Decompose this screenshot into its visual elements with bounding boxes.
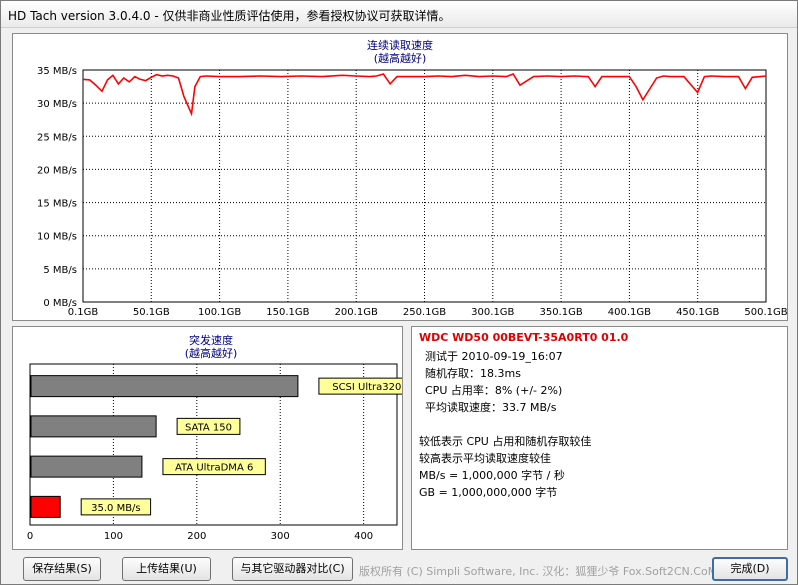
read-x-tick-label: 500.1GB [744, 307, 787, 318]
avg-read-speed: 平均读取速度：33.7 MB/s [425, 401, 557, 414]
burst-x-tick-label: 400 [354, 531, 373, 542]
read-x-tick-label: 200.1GB [335, 307, 378, 318]
done-button[interactable]: 完成(D) [712, 557, 788, 581]
read-x-tick-label: 150.1GB [266, 307, 309, 318]
burst-bar-label: SATA 150 [185, 422, 232, 433]
read-y-tick-label: 25 MB/s [37, 132, 77, 143]
burst-bar [30, 495, 61, 518]
burst-chart-subtitle: (越高越好) [185, 346, 238, 360]
app-window: HD Tach version 3.0.4.0 - 仅供非商业性质评估使用，参看… [0, 0, 798, 585]
read-chart-x-ticks: 0.1GB 50.1GB 100.1GB 150.1GB 200.1GB 250.1GB 3… [68, 307, 787, 318]
read-plot-frame [82, 69, 767, 303]
read-chart-y-ticks: 35 MB/s 30 MB/s 25 MB/s 20 MB/s 15 MB/s 10 MB… [37, 66, 77, 309]
read-y-tick-label: 30 MB/s [37, 99, 77, 110]
read-speed-chart: 连续读取速度 (越高越好) 35 MB/s 30 MB/s 25 MB/s 20 MB… [37, 38, 787, 318]
burst-chart-panel: 突发速度 (越高越好) SCSI Ultra320 SATA 150 ATA Ult… [12, 326, 403, 550]
read-chart-subtitle: (越高越好) [374, 51, 427, 65]
save-results-button[interactable]: 保存结果(S) [23, 557, 101, 581]
read-chart-grid [82, 69, 767, 303]
window-title: HD Tach version 3.0.4.0 - 仅供非商业性质评估使用，参看… [8, 9, 451, 23]
read-y-tick-label: 5 MB/s [43, 265, 77, 276]
copyright-text: 版权所有 (C) Simpli Software, Inc. 汉化：狐狸少爷 F… [359, 565, 718, 578]
upload-results-button[interactable]: 上传结果(U) [122, 557, 211, 581]
unit-gb-definition: GB = 1,000,000,000 字节 [419, 486, 558, 499]
burst-x-tick-label: 200 [187, 531, 206, 542]
random-access: 随机存取：18.3ms [425, 367, 521, 380]
burst-chart-bars: SCSI Ultra320 SATA 150 ATA UltraDMA 6 35.0 … [30, 375, 402, 518]
burst-x-tick-label: 300 [271, 531, 290, 542]
read-y-tick-label: 35 MB/s [37, 66, 77, 77]
burst-chart-x-ticks: 0 100 200 300 400 [27, 531, 373, 542]
read-y-tick-label: 10 MB/s [37, 232, 77, 243]
burst-x-tick-label: 0 [27, 531, 33, 542]
read-x-tick-label: 100.1GB [198, 307, 241, 318]
read-x-tick-label: 250.1GB [403, 307, 446, 318]
note-higher-better: 较高表示平均读取速度较佳 [419, 452, 551, 465]
burst-bar-label: ATA UltraDMA 6 [175, 463, 253, 474]
read-x-tick-label: 450.1GB [676, 307, 719, 318]
unit-mb-definition: MB/s = 1,000,000 字节 / 秒 [419, 469, 565, 482]
burst-x-tick-label: 100 [104, 531, 123, 542]
read-y-tick-label: 20 MB/s [37, 165, 77, 176]
note-lower-better: 较低表示 CPU 占用和随机存取较佳 [419, 435, 592, 448]
read-chart-title: 连续读取速度 [367, 38, 433, 52]
read-x-tick-label: 0.1GB [68, 307, 99, 318]
burst-chart-title: 突发速度 [189, 333, 233, 347]
read-x-tick-label: 50.1GB [133, 307, 170, 318]
test-date: 测试于 2010-09-19_16:07 [425, 350, 563, 363]
burst-bar [30, 455, 143, 478]
burst-bar-label: 35.0 MB/s [91, 503, 141, 514]
compare-drives-button[interactable]: 与其它驱动器对比(C) [232, 557, 353, 581]
read-x-tick-label: 350.1GB [539, 307, 582, 318]
title-bar: HD Tach version 3.0.4.0 - 仅供非商业性质评估使用，参看… [1, 1, 797, 28]
burst-bar-label: SCSI Ultra320 [332, 382, 401, 393]
burst-speed-chart: 突发速度 (越高越好) SCSI Ultra320 SATA 150 ATA Ult… [27, 333, 402, 542]
read-y-tick-label: 15 MB/s [37, 199, 77, 210]
read-x-tick-label: 300.1GB [471, 307, 514, 318]
burst-bar [30, 415, 157, 438]
read-chart-panel: 连续读取速度 (越高越好) 35 MB/s 30 MB/s 25 MB/s 20 MB… [12, 33, 788, 321]
cpu-usage: CPU 占用率：8% (+/- 2%) [425, 384, 563, 397]
burst-bar [30, 375, 299, 398]
read-x-tick-label: 400.1GB [608, 307, 651, 318]
drive-model: WDC WD50 00BEVT-35A0RT0 01.0 [419, 331, 629, 344]
